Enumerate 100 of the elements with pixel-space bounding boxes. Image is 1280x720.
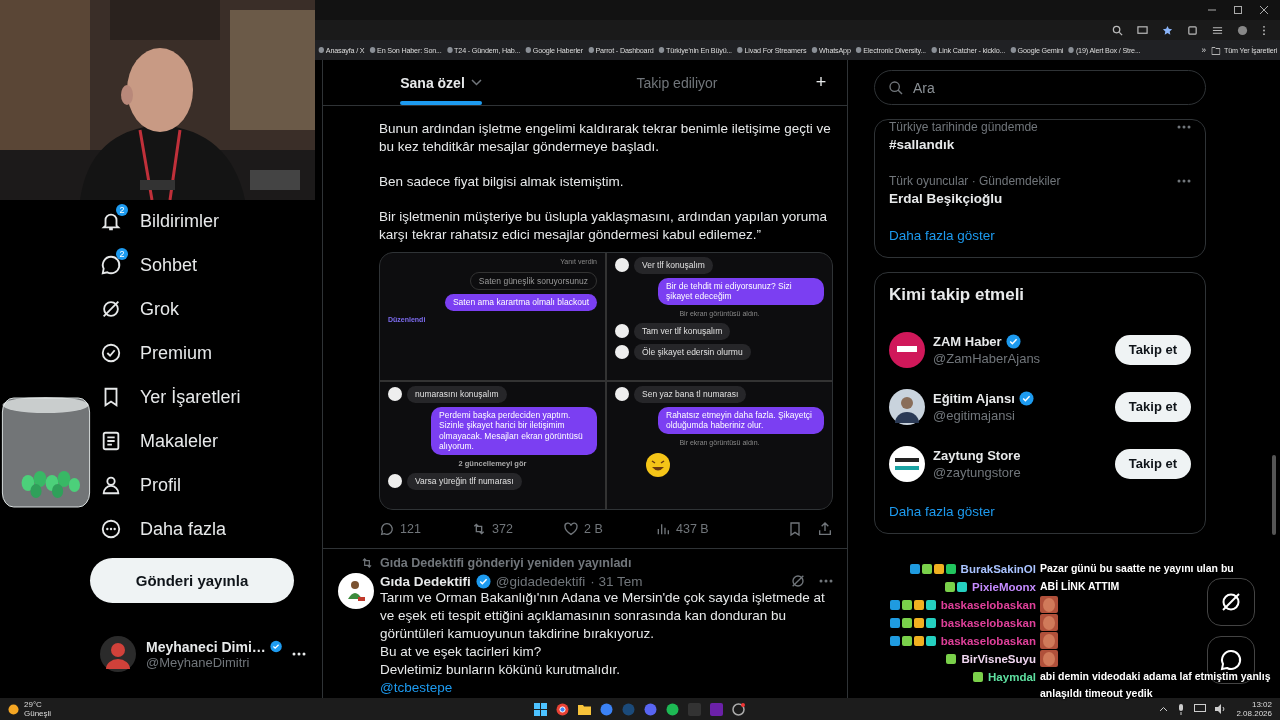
chevron-up-icon[interactable] [1159,706,1169,712]
post-text: Ben sadece fiyat bilgisi almak istemiştim. [379,173,625,191]
bookmark[interactable]: Link Catcher - kicklo... [931,45,1005,55]
star-icon[interactable] [1162,24,1173,36]
list-icon[interactable] [1212,24,1223,36]
message-bubble: Rahatsız etmeyin daha fazla. Şikayetçi olduğumda haberiniz olur. [658,406,824,434]
nav-item[interactable]: Yer İşaretleri [100,375,322,419]
all-bookmarks-button[interactable]: Tüm Yer İşaretleri [1211,45,1280,55]
favicon-icon [446,47,453,53]
feed-tab[interactable]: Takip ediliyor [559,60,795,105]
nav-item[interactable]: 2 Bildirimler [100,199,322,243]
favicon-icon [318,47,324,53]
message-bubble: Sen yaz bana tl numarası [634,386,747,403]
repost-button[interactable]: 372 [471,521,563,537]
app-icon[interactable] [666,702,679,716]
nav-item[interactable]: Makaleler [100,419,322,463]
nav-item[interactable]: Daha fazla [100,507,322,551]
reply-button[interactable]: 121 [379,521,471,537]
chat-username: BurakSakinOl [960,562,1036,575]
browser-icon[interactable] [556,702,569,716]
trend-context: Türkiye tarihinde gündemde [889,120,1038,134]
add-tab-button[interactable]: + [795,60,847,105]
account-handle: @zaytungstore [933,464,1022,480]
repost-icon [471,521,487,537]
profile-icon[interactable] [1237,24,1248,36]
clock-date: 2.08.2026 [1236,709,1272,718]
grok-button[interactable] [1207,578,1255,626]
more-icon[interactable] [292,652,306,656]
message-bubble: numarasını konuşalım [407,386,507,403]
folder-icon[interactable] [578,702,591,716]
chat-username: baskaselobaskan [940,616,1036,629]
bookmark[interactable]: Anasayfa / X [318,45,365,55]
feed-tab[interactable]: Sana özel [323,60,559,105]
emote-icon [1040,650,1058,667]
close-icon[interactable] [1260,6,1268,14]
show-more-link[interactable]: Daha fazla göster [889,504,995,519]
post-button[interactable]: Gönderi yayınla [90,558,294,603]
reply-icon [379,521,395,537]
maximize-icon[interactable] [1234,6,1242,14]
start-icon[interactable] [534,702,547,716]
message-bubble: Tam ver tlf konuşalım [634,323,731,340]
app-icon[interactable] [732,702,745,716]
bookmark[interactable]: Livad For Streamers [737,45,807,55]
avatar-icon [615,324,629,339]
chat-message: abi demin videodaki adama laf etmiştim yanlış anlaşıldı timeout yedik [1040,669,1272,701]
menu-icon[interactable] [1262,24,1266,36]
account-name[interactable]: ZAM Haber [933,333,1002,349]
bookmark[interactable]: Türkiye'nin En Büyü... [658,45,732,55]
zoom-icon[interactable] [1112,24,1123,36]
favicon-icon [588,47,594,53]
favicon-icon [931,47,937,53]
nav-item[interactable]: 2 Sohbet [100,243,322,287]
bookmark[interactable]: En Son Haber: Son... [369,45,442,55]
post-text: Bu at ve eşek tacirleri kim? [380,643,543,661]
mention-link[interactable]: @tcbestepe [380,679,453,697]
monitor-icon[interactable] [1194,704,1207,714]
bookmark[interactable]: WhatsApp [811,45,851,55]
bookmark[interactable]: Parrot - Dashboard [588,45,654,55]
trend-title[interactable]: Erdal Beşikçioğlu [889,191,1061,206]
bookmark[interactable]: T24 - Gündem, Hab... [446,45,521,55]
trend-title[interactable]: #sallandık [889,137,1038,152]
favicon-icon [1068,47,1075,53]
account-name[interactable]: Eğitim Ajansı [933,390,1015,406]
views-button[interactable]: 437 B [655,521,747,537]
chat-username: Haymdal [988,670,1036,683]
share-icon[interactable] [817,521,833,537]
post-text: Bunun ardından işletme engelimi kaldırarak tekrar benimle iletişime geçti ve bu kez tehditkâr mesajlar göndermeye başladı. [379,120,832,156]
follow-button[interactable]: Takip et [1114,448,1191,479]
avatar-icon [615,258,629,273]
bookmark[interactable]: (19) Alert Box / Stre... [1068,45,1141,55]
nav-item[interactable]: Grok [100,287,322,331]
speaker-icon[interactable] [1215,704,1228,714]
bookmark[interactable]: Electronic Diversity... [856,45,926,55]
post-text: Devletimiz bunların kökünü kurutmalıdır. [380,661,622,679]
favicon-icon [658,47,665,53]
folder-icon [1211,45,1221,55]
bookmark-icon[interactable] [787,521,803,537]
app-icon[interactable] [644,702,657,716]
nav-item[interactable]: Profil [100,463,322,507]
nav-item[interactable]: Premium [100,331,322,375]
bookmark[interactable]: Google Gemini [1010,45,1064,55]
minimize-icon[interactable] [1208,6,1216,14]
more-circle-icon [100,518,122,540]
microphone-icon[interactable] [1177,703,1186,715]
account-name[interactable]: Zaytung Store [933,447,1021,463]
extension-icon[interactable] [1187,24,1198,36]
slashed-circle-icon[interactable] [790,573,806,589]
follow-button[interactable]: Takip et [1114,391,1191,422]
like-button[interactable]: 2 B [563,521,655,537]
more-bookmarks-button[interactable]: » [1201,45,1206,55]
bar-chart-icon [655,521,671,537]
person-icon [100,474,122,496]
favicon-icon [1010,47,1016,53]
app-icon[interactable] [600,702,613,716]
author-name[interactable]: Gıda Dedektifi [380,573,471,589]
search-field[interactable]: Ara [874,70,1206,105]
monitor-icon[interactable] [1137,24,1148,36]
show-more-link[interactable]: Daha fazla göster [889,228,995,243]
follow-button[interactable]: Takip et [1114,334,1191,365]
bookmark[interactable]: Google Haberler [525,45,583,55]
